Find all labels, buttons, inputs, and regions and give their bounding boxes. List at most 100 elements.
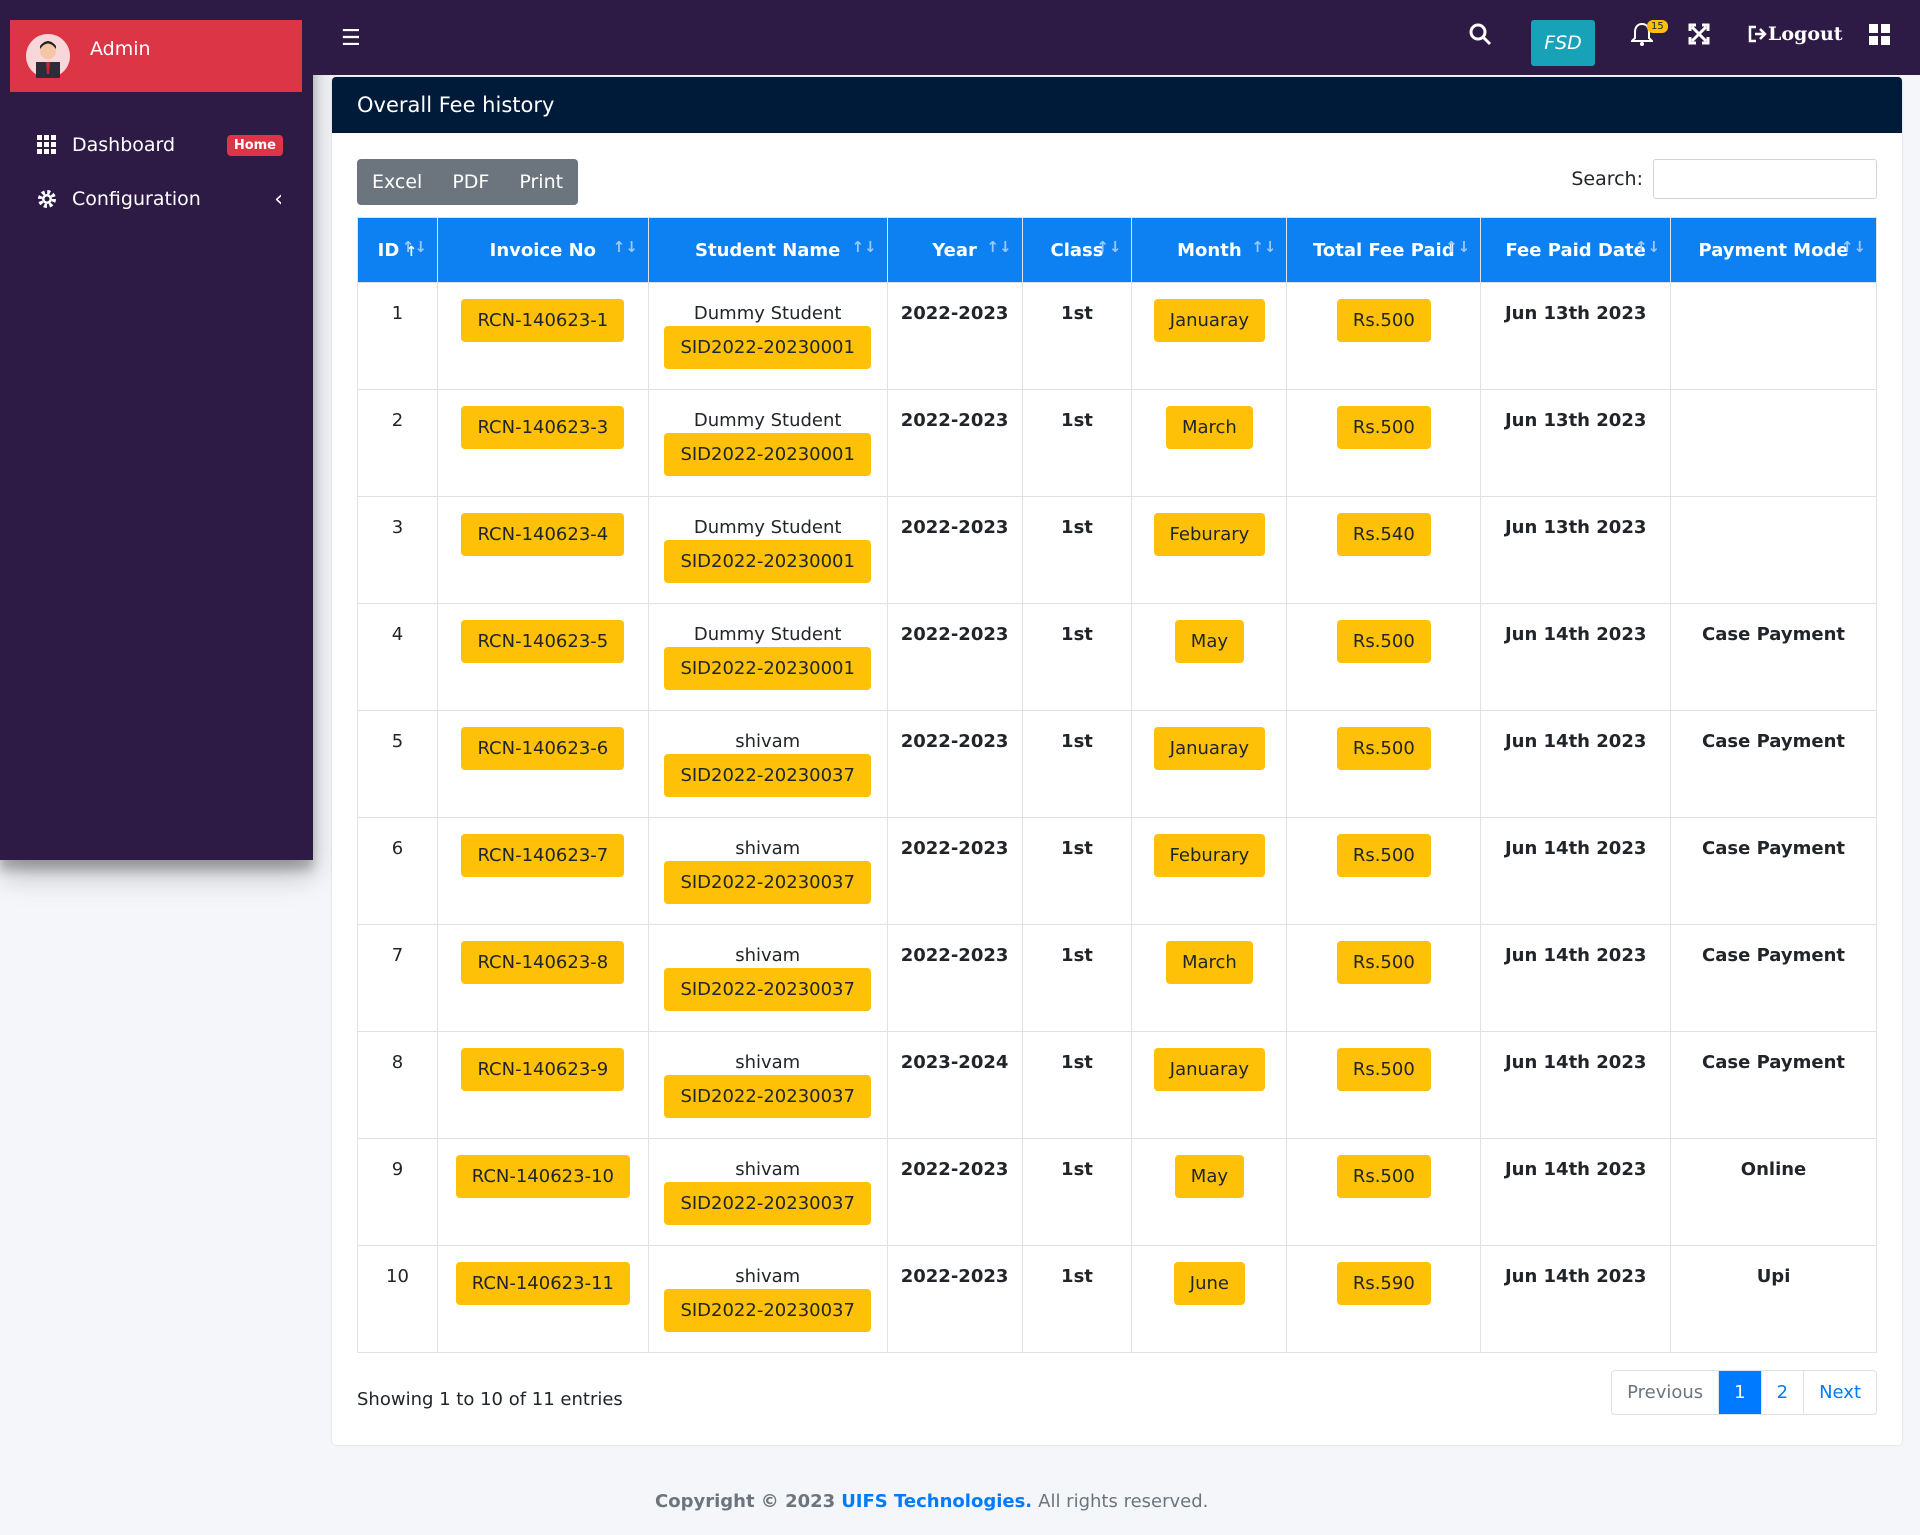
invoice-badge[interactable]: RCN-140623-3 bbox=[461, 406, 625, 449]
page-1-button[interactable]: 1 bbox=[1718, 1371, 1761, 1414]
user-panel[interactable]: Admin bbox=[10, 20, 302, 92]
sidebar-item-label: Configuration bbox=[72, 188, 201, 210]
cell-id: 6 bbox=[357, 817, 438, 925]
menu-toggle-icon[interactable]: ☰ bbox=[341, 26, 361, 51]
column-header-class[interactable]: Class ↑↓ bbox=[1021, 217, 1133, 283]
cell-payment-mode: Case Payment bbox=[1670, 817, 1877, 925]
student-id-badge[interactable]: SID2022-20230001 bbox=[664, 647, 871, 690]
column-header-student[interactable]: Student Name ↑↓ bbox=[647, 217, 888, 283]
cell-id: 4 bbox=[357, 603, 438, 711]
cell-year: 2022-2023 bbox=[886, 496, 1023, 604]
student-id-badge[interactable]: SID2022-20230037 bbox=[664, 861, 871, 904]
table-row: 2 RCN-140623-3 Dummy Student SID2022-2023… bbox=[357, 389, 1877, 497]
student-name: shivam bbox=[735, 1266, 801, 1287]
cell-id: 5 bbox=[357, 710, 438, 818]
pdf-button[interactable]: PDF bbox=[437, 171, 504, 193]
student-id-badge[interactable]: SID2022-20230037 bbox=[664, 754, 871, 797]
invoice-badge[interactable]: RCN-140623-7 bbox=[461, 834, 625, 877]
cell-year: 2022-2023 bbox=[886, 389, 1023, 497]
cell-fee-date: Jun 14th 2023 bbox=[1480, 1245, 1672, 1353]
notification-count-badge: 15 bbox=[1647, 20, 1668, 33]
column-header-fee-date[interactable]: Fee Paid Date ↑↓ bbox=[1480, 217, 1672, 283]
invoice-badge[interactable]: RCN-140623-8 bbox=[461, 941, 625, 984]
table-row: 5 RCN-140623-6 shivam SID2022-20230037 20… bbox=[357, 710, 1877, 818]
fee-badge: Rs.500 bbox=[1336, 1155, 1431, 1198]
student-id-badge[interactable]: SID2022-20230001 bbox=[664, 433, 871, 476]
logout-label: Logout bbox=[1768, 23, 1843, 45]
export-button-group: Excel PDF Print bbox=[357, 159, 579, 205]
invoice-badge[interactable]: RCN-140623-4 bbox=[461, 513, 625, 556]
cell-fee-date: Jun 13th 2023 bbox=[1480, 282, 1672, 390]
fee-history-table: ID ↑ ↑↓ Invoice No ↑↓ Student Name ↑↓ Year ↑… bbox=[357, 217, 1877, 1353]
table-row: 3 RCN-140623-4 Dummy Student SID2022-2023… bbox=[357, 496, 1877, 604]
cell-class: 1st bbox=[1021, 710, 1133, 818]
cell-payment-mode bbox=[1670, 389, 1877, 497]
invoice-badge[interactable]: RCN-140623-10 bbox=[455, 1155, 630, 1198]
grid-icon bbox=[36, 134, 58, 156]
sort-icon: ↑↓ bbox=[1634, 238, 1661, 256]
invoice-badge[interactable]: RCN-140623-5 bbox=[461, 620, 625, 663]
student-id-badge[interactable]: SID2022-20230037 bbox=[664, 1075, 871, 1118]
search-icon[interactable] bbox=[1468, 22, 1492, 50]
card-title: Overall Fee history bbox=[332, 77, 1902, 133]
table-row: 1 RCN-140623-1 Dummy Student SID2022-2023… bbox=[357, 282, 1877, 390]
month-badge: Januaray bbox=[1153, 1048, 1266, 1091]
page-2-button[interactable]: 2 bbox=[1760, 1371, 1803, 1414]
column-header-month[interactable]: Month ↑↓ bbox=[1131, 217, 1288, 283]
fee-badge: Rs.500 bbox=[1336, 941, 1431, 984]
excel-button[interactable]: Excel bbox=[357, 171, 437, 193]
invoice-badge[interactable]: RCN-140623-6 bbox=[461, 727, 625, 770]
cell-fee-date: Jun 14th 2023 bbox=[1480, 1031, 1672, 1139]
sidebar: Admin Dashboard Home Configuration ‹ bbox=[0, 0, 313, 860]
student-name: Dummy Student bbox=[693, 517, 842, 538]
notifications-button[interactable]: 15 bbox=[1629, 20, 1668, 50]
invoice-badge[interactable]: RCN-140623-11 bbox=[455, 1262, 630, 1305]
month-badge: Feburary bbox=[1153, 834, 1266, 877]
table-row: 9 RCN-140623-10 shivam SID2022-20230037 2… bbox=[357, 1138, 1877, 1246]
cell-class: 1st bbox=[1021, 282, 1133, 390]
cell-id: 8 bbox=[357, 1031, 438, 1139]
month-badge: May bbox=[1174, 620, 1245, 663]
search-input[interactable] bbox=[1653, 159, 1877, 199]
column-header-payment-mode[interactable]: Payment Mode ↑↓ bbox=[1670, 217, 1877, 283]
student-id-badge[interactable]: SID2022-20230037 bbox=[664, 968, 871, 1011]
fullscreen-icon[interactable] bbox=[1688, 23, 1710, 49]
next-button[interactable]: Next bbox=[1803, 1371, 1876, 1414]
column-header-total-fee[interactable]: Total Fee Paid ↑↓ bbox=[1286, 217, 1482, 283]
fsd-button[interactable]: FSD bbox=[1531, 20, 1595, 66]
logout-button[interactable]: Logout bbox=[1748, 23, 1843, 45]
home-badge: Home bbox=[226, 134, 283, 156]
invoice-badge[interactable]: RCN-140623-9 bbox=[461, 1048, 625, 1091]
cell-id: 2 bbox=[357, 389, 438, 497]
apps-grid-icon[interactable] bbox=[1869, 24, 1891, 50]
sidebar-item-dashboard[interactable]: Dashboard Home bbox=[0, 118, 313, 172]
student-id-badge[interactable]: SID2022-20230037 bbox=[664, 1289, 871, 1332]
print-button[interactable]: Print bbox=[504, 171, 578, 193]
fee-badge: Rs.500 bbox=[1336, 299, 1431, 342]
cell-payment-mode: Case Payment bbox=[1670, 603, 1877, 711]
student-id-badge[interactable]: SID2022-20230001 bbox=[664, 326, 871, 369]
cell-fee-date: Jun 13th 2023 bbox=[1480, 496, 1672, 604]
student-id-badge[interactable]: SID2022-20230037 bbox=[664, 1182, 871, 1225]
cell-year: 2022-2023 bbox=[886, 1138, 1023, 1246]
month-badge: May bbox=[1174, 1155, 1245, 1198]
cell-year: 2022-2023 bbox=[886, 1245, 1023, 1353]
sort-icon: ↑↓ bbox=[612, 238, 638, 256]
table-body: 1 RCN-140623-1 Dummy Student SID2022-2023… bbox=[357, 282, 1877, 1353]
copyright-text: Copyright © 2023 bbox=[655, 1490, 836, 1512]
column-header-invoice[interactable]: Invoice No ↑↓ bbox=[436, 217, 649, 283]
invoice-badge[interactable]: RCN-140623-1 bbox=[461, 299, 625, 342]
table-row: 7 RCN-140623-8 shivam SID2022-20230037 20… bbox=[357, 924, 1877, 1032]
student-id-badge[interactable]: SID2022-20230001 bbox=[664, 540, 871, 583]
company-link[interactable]: UIFS Technologies. bbox=[841, 1491, 1032, 1512]
previous-button[interactable]: Previous bbox=[1612, 1371, 1718, 1414]
cell-payment-mode: Upi bbox=[1670, 1245, 1877, 1353]
sidebar-item-configuration[interactable]: Configuration ‹ bbox=[0, 172, 313, 226]
table-row: 4 RCN-140623-5 Dummy Student SID2022-2023… bbox=[357, 603, 1877, 711]
column-header-year[interactable]: Year ↑↓ bbox=[886, 217, 1023, 283]
column-header-id[interactable]: ID ↑ ↑↓ bbox=[357, 217, 438, 283]
sort-icon: ↑↓ bbox=[851, 238, 877, 256]
cell-payment-mode bbox=[1670, 496, 1877, 604]
student-name: shivam bbox=[735, 1159, 801, 1180]
cell-payment-mode: Case Payment bbox=[1670, 1031, 1877, 1139]
